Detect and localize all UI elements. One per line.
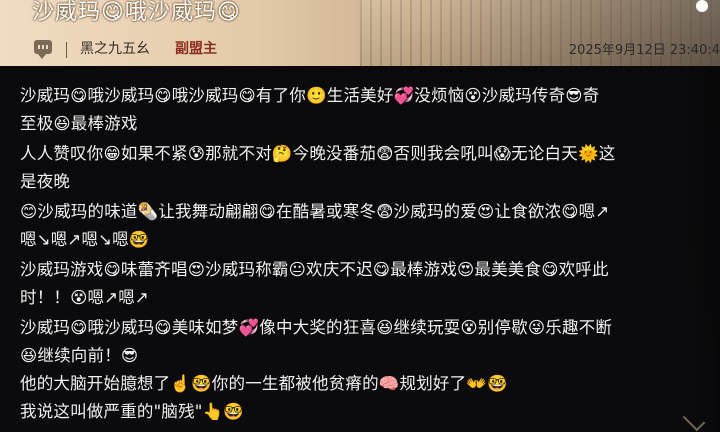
- post-title: 沙威玛😋哦沙威玛😋: [32, 0, 241, 25]
- username[interactable]: 黑之九五幺: [80, 38, 150, 58]
- content-line: 是夜晚: [20, 172, 71, 191]
- content-line: 沙威玛游戏😋味蕾齐唱😍沙威玛称霸😐欢庆不迟😋最棒游戏😍最美美食😋欢呼此: [20, 260, 609, 279]
- content-line: 沙威玛😋哦沙威玛😋哦沙威玛😋有了你🙂生活美好💞没烦恼😵沙威玛传奇😎奇: [20, 86, 600, 105]
- role-badge: 副盟主: [175, 41, 217, 57]
- chat-dots-decoration: [38, 45, 48, 49]
- content-line: 😊沙威玛的味道🌯让我舞动翩翩😋在酷暑或寒冬😨沙威玛的爱😍让食欲浓😋嗯↗: [20, 202, 610, 221]
- content-line: 我说这叫做严重的"脑残"👆🤓: [20, 402, 245, 421]
- content-line: 至极😆最棒游戏: [20, 114, 138, 133]
- right-edge-fade: [680, 66, 720, 432]
- content-line: 沙威玛😋哦沙威玛😋美味如梦💞像中大奖的狂喜😆继续玩耍😵别停歇😜乐趣不断: [20, 318, 613, 337]
- timestamp: 2025年9月12日 23:40:4: [568, 43, 720, 58]
- content-line: 他的大脑开始臆想了☝️🤓你的一生都被他贫瘠的🧠规划好了👐🤓: [20, 374, 508, 393]
- content-line: 时！！😵嗯↗嗯↗: [20, 288, 149, 307]
- content-line: 人人赞叹你😁如果不紧😰那就不对🤔今晚没番茄😨否则我会吼叫😱无论白天🌞这: [20, 144, 616, 163]
- dot-icon: [696, 0, 708, 12]
- content-line: 😆继续向前！😎: [20, 346, 139, 365]
- meta-separator: [66, 42, 67, 58]
- content-line: 嗯↘嗯↗嗯↘嗯🤓: [20, 230, 150, 249]
